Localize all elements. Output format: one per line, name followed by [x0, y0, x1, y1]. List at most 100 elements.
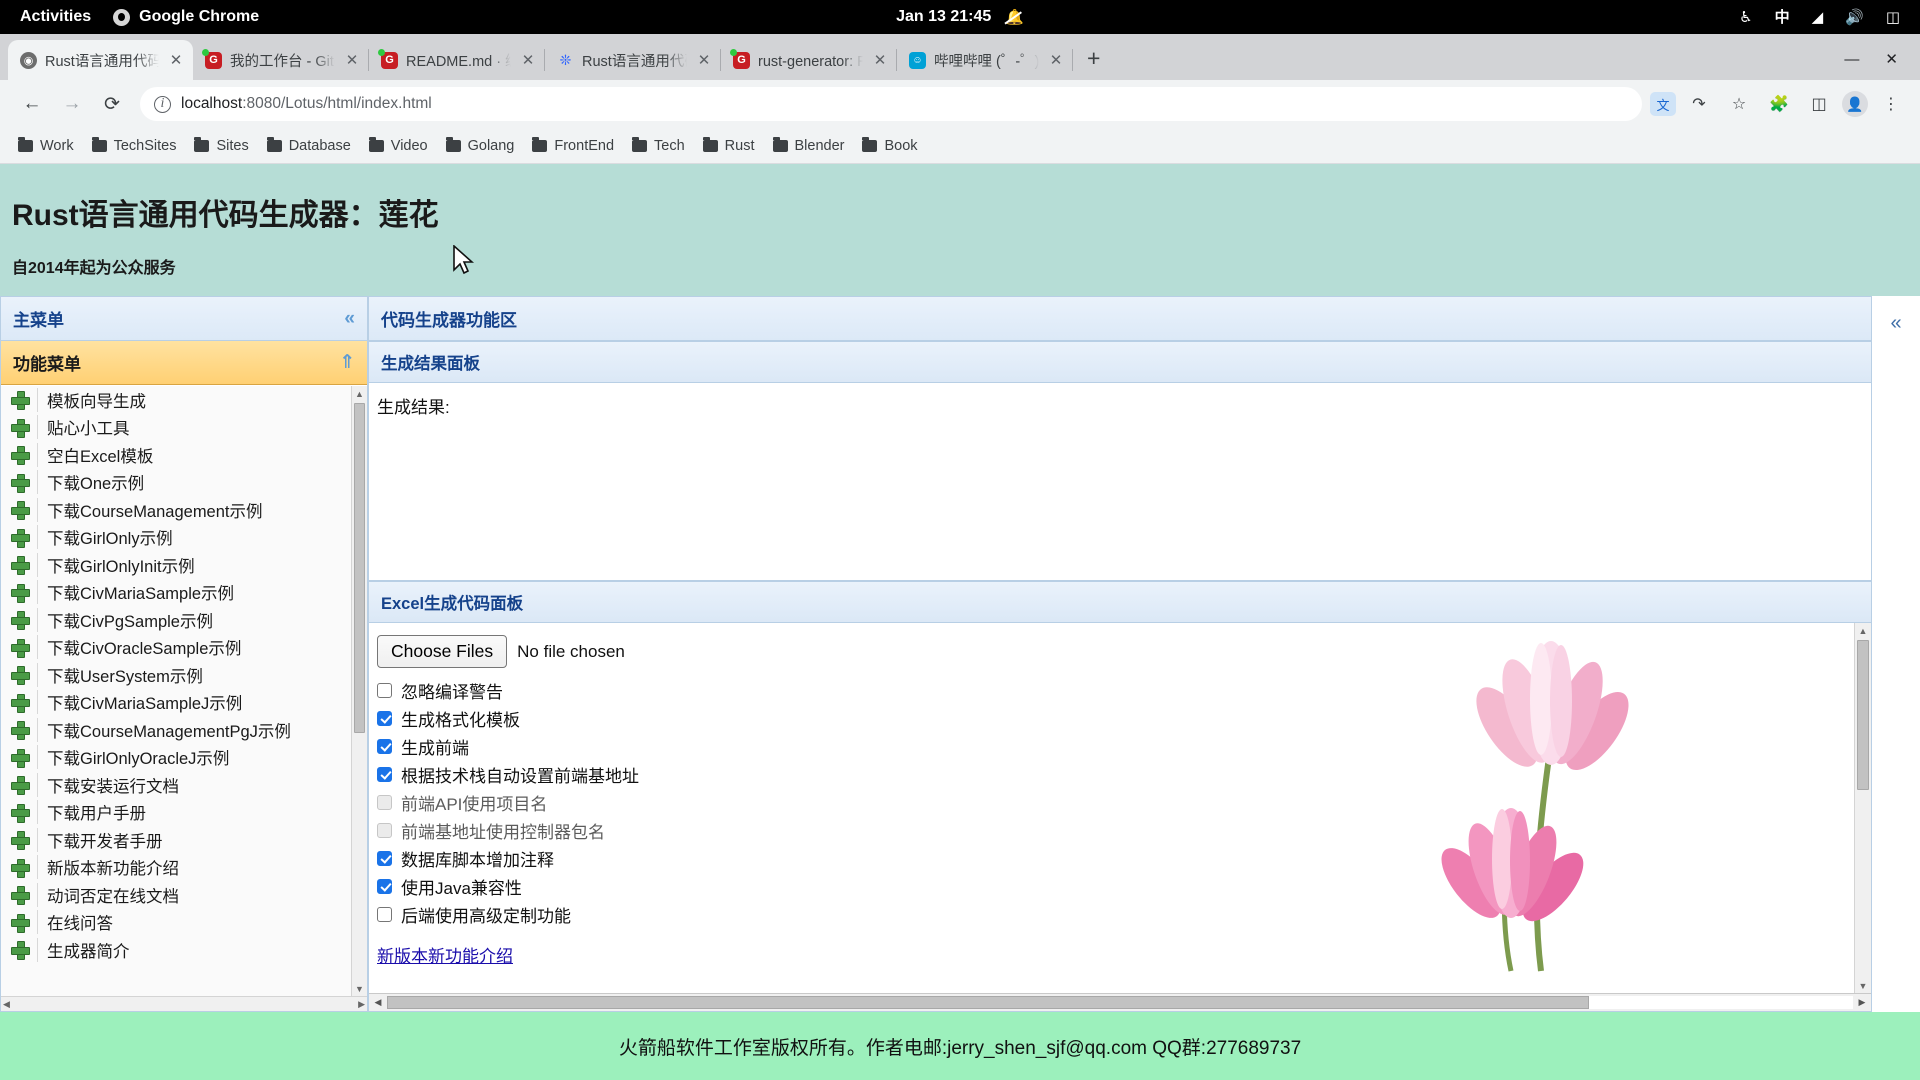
checkbox-backend-advanced-customization[interactable]	[377, 907, 392, 922]
menu-item-11[interactable]: 下载CivMariaSampleJ示例	[1, 689, 351, 717]
checkbox-java-compatibility[interactable]	[377, 879, 392, 894]
content-horizontal-scrollbar[interactable]: ◀ ▶	[369, 993, 1871, 1011]
browser-tab[interactable]: ◉ Rust语言通用代码生成器 ✕	[8, 40, 193, 80]
bookmark-item[interactable]: Sites	[186, 133, 256, 159]
menu-item-16[interactable]: 下载开发者手册	[1, 826, 351, 854]
checkbox-ignore-compile-warnings[interactable]	[377, 683, 392, 698]
bell-muted-icon[interactable]: 🔔	[1005, 8, 1024, 26]
clock[interactable]: Jan 13 21:45	[896, 8, 991, 26]
scroll-up-icon[interactable]: ▲	[352, 386, 367, 401]
bookmark-item[interactable]: TechSites	[84, 133, 185, 159]
input-method-indicator[interactable]: 中	[1775, 10, 1790, 25]
sidebar-horizontal-scrollbar[interactable]: ◀ ▶	[1, 996, 367, 1011]
profile-avatar-icon[interactable]: 👤	[1842, 91, 1868, 117]
scrollbar-thumb[interactable]	[1857, 640, 1869, 790]
double-chevron-left-icon[interactable]: «	[1890, 312, 1901, 1012]
chrome-menu-icon[interactable]: ⋮	[1874, 87, 1908, 121]
checkbox-row-2[interactable]: 生成前端	[377, 732, 1863, 760]
address-bar[interactable]: i localhost:8080/Lotus/html/index.html	[140, 87, 1642, 121]
browser-tab[interactable]: G README.md · 编辑文件 ✕	[369, 40, 545, 80]
new-feature-link[interactable]: 新版本新功能介绍	[377, 942, 513, 967]
menu-item-17[interactable]: 新版本新功能介绍	[1, 854, 351, 882]
menu-item-10[interactable]: 下载UserSystem示例	[1, 661, 351, 689]
tab-close-icon[interactable]: ✕	[519, 51, 537, 69]
browser-tab[interactable]: ☺ 哔哩哔哩 (゜-゜)つロ 干 ✕	[897, 40, 1073, 80]
scrollbar-track[interactable]	[387, 996, 1853, 1009]
tab-close-icon[interactable]: ✕	[695, 51, 713, 69]
checkbox-db-script-add-comments[interactable]	[377, 851, 392, 866]
activities-button[interactable]: Activities	[20, 8, 91, 26]
content-vertical-scrollbar[interactable]: ▲ ▼	[1854, 623, 1871, 993]
scroll-left-icon[interactable]: ◀	[369, 997, 387, 1008]
menu-item-14[interactable]: 下载安装运行文档	[1, 771, 351, 799]
share-icon[interactable]: ↷	[1682, 87, 1716, 121]
double-chevron-up-icon[interactable]: ⇑	[339, 351, 355, 374]
bookmark-star-icon[interactable]: ☆	[1722, 87, 1756, 121]
menu-item-4[interactable]: 下载CourseManagement示例	[1, 496, 351, 524]
bookmark-item[interactable]: Blender	[765, 133, 853, 159]
forward-button[interactable]: →	[52, 84, 92, 124]
main-menu-header[interactable]: 主菜单 «	[1, 297, 367, 341]
right-collapse-control[interactable]: «	[1872, 296, 1920, 1012]
menu-item-2[interactable]: 空白Excel模板	[1, 441, 351, 469]
checkbox-row-8[interactable]: 后端使用高级定制功能	[377, 900, 1863, 928]
window-close-button[interactable]: ✕	[1885, 50, 1898, 68]
menu-item-12[interactable]: 下载CourseManagementPgJ示例	[1, 716, 351, 744]
menu-item-9[interactable]: 下载CivOracleSample示例	[1, 634, 351, 662]
menu-item-3[interactable]: 下载One示例	[1, 469, 351, 497]
bookmark-item[interactable]: Database	[259, 133, 359, 159]
checkbox-row-1[interactable]: 生成格式化模板	[377, 704, 1863, 732]
menu-item-7[interactable]: 下载CivMariaSample示例	[1, 579, 351, 607]
checkbox-row-0[interactable]: 忽略编译警告	[377, 676, 1863, 704]
file-input-row[interactable]: Choose Files No file chosen	[377, 635, 1863, 668]
battery-icon[interactable]: ◫	[1886, 10, 1900, 25]
bookmark-item[interactable]: Video	[361, 133, 436, 159]
menu-item-0[interactable]: 模板向导生成	[1, 386, 351, 414]
checkbox-row-3[interactable]: 根据技术栈自动设置前端基地址	[377, 760, 1863, 788]
extensions-icon[interactable]: 🧩	[1762, 87, 1796, 121]
scroll-down-icon[interactable]: ▼	[1855, 978, 1871, 993]
translate-icon[interactable]: 文	[1650, 92, 1676, 116]
back-button[interactable]: ←	[12, 84, 52, 124]
browser-tab[interactable]: G 我的工作台 - Gitee.com ✕	[193, 40, 369, 80]
menu-item-19[interactable]: 在线问答	[1, 909, 351, 937]
accessibility-icon[interactable]: ♿	[1739, 10, 1752, 25]
scroll-left-icon[interactable]: ◀	[3, 999, 10, 1010]
scroll-right-icon[interactable]: ▶	[358, 999, 365, 1010]
reload-button[interactable]: ⟳	[92, 84, 132, 124]
bookmark-item[interactable]: FrontEnd	[524, 133, 622, 159]
new-tab-button[interactable]: +	[1073, 45, 1114, 80]
tab-close-icon[interactable]: ✕	[871, 51, 889, 69]
tab-close-icon[interactable]: ✕	[343, 51, 361, 69]
function-menu-header[interactable]: 功能菜单 ⇑	[1, 341, 367, 385]
browser-tab[interactable]: ❊ Rust语言通用代码生成器 ✕	[545, 40, 721, 80]
double-chevron-left-icon[interactable]: «	[344, 308, 355, 330]
active-app-indicator[interactable]: Google Chrome	[113, 8, 259, 26]
scroll-right-icon[interactable]: ▶	[1853, 997, 1871, 1008]
bookmark-item[interactable]: Tech	[624, 133, 693, 159]
scrollbar-thumb[interactable]	[387, 996, 1589, 1009]
menu-item-20[interactable]: 生成器简介	[1, 936, 351, 964]
volume-icon[interactable]: 🔊	[1845, 10, 1864, 25]
sidebar-vertical-scrollbar[interactable]: ▲ ▼	[351, 386, 367, 996]
menu-item-5[interactable]: 下载GirlOnly示例	[1, 524, 351, 552]
scrollbar-thumb[interactable]	[354, 403, 365, 733]
choose-files-button[interactable]: Choose Files	[377, 635, 507, 668]
checkbox-generate-formatted-template[interactable]	[377, 711, 392, 726]
window-minimize-button[interactable]: —	[1844, 51, 1859, 68]
tab-close-icon[interactable]: ✕	[167, 51, 185, 69]
bookmark-item[interactable]: Rust	[695, 133, 763, 159]
checkbox-generate-frontend[interactable]	[377, 739, 392, 754]
bookmark-item[interactable]: Book	[854, 133, 925, 159]
menu-item-1[interactable]: 贴心小工具	[1, 414, 351, 442]
info-circle-icon[interactable]: i	[154, 96, 171, 113]
bookmark-item[interactable]: Work	[10, 133, 82, 159]
menu-item-6[interactable]: 下载GirlOnlyInit示例	[1, 551, 351, 579]
side-panel-icon[interactable]: ◫	[1802, 87, 1836, 121]
wifi-icon[interactable]: ◢	[1812, 10, 1824, 25]
scroll-up-icon[interactable]: ▲	[1855, 623, 1871, 638]
tab-close-icon[interactable]: ✕	[1047, 51, 1065, 69]
checkbox-row-7[interactable]: 使用Java兼容性	[377, 872, 1863, 900]
browser-tab[interactable]: G rust-generator: Rust语言 ✕	[721, 40, 897, 80]
checkbox-auto-set-frontend-base-url[interactable]	[377, 767, 392, 782]
